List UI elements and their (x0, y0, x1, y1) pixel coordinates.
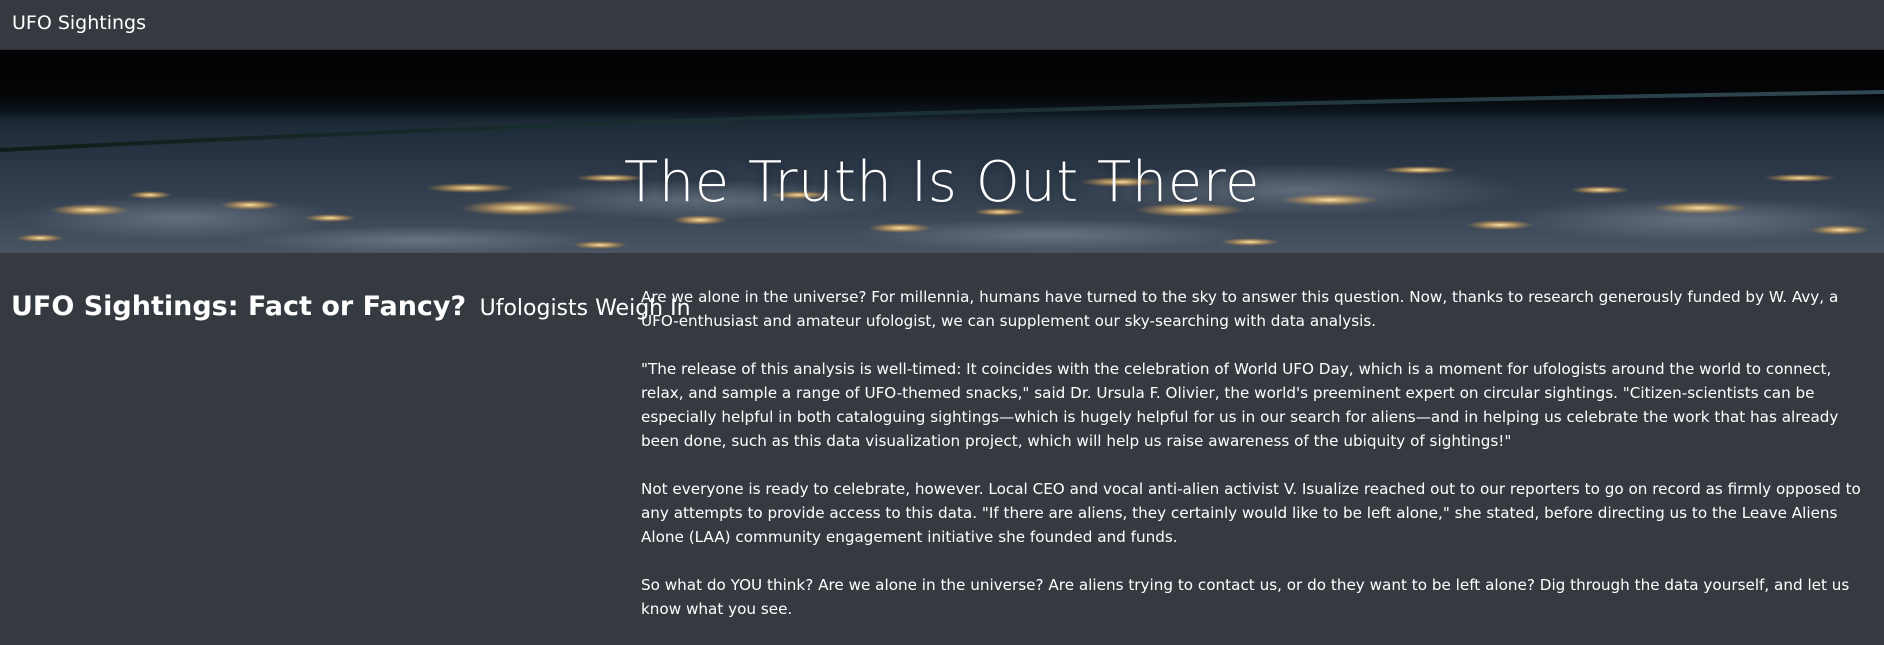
article-paragraph: So what do YOU think? Are we alone in th… (641, 576, 1850, 618)
navbar-brand-link[interactable]: UFO Sightings (12, 11, 146, 35)
article-paragraph: Not everyone is ready to celebrate, howe… (641, 480, 1861, 546)
article-headline: UFO Sightings: Fact or Fancy? Ufologists… (11, 289, 691, 327)
article-body: Are we alone in the universe? For millen… (641, 285, 1873, 645)
hero-banner: The Truth Is Out There (0, 50, 1884, 253)
main-content: UFO Sightings: Fact or Fancy? Ufologists… (0, 253, 1884, 623)
article-paragraph: Are we alone in the universe? For millen… (641, 288, 1839, 330)
hero-title: The Truth Is Out There (624, 149, 1260, 215)
navbar: UFO Sightings (0, 0, 1884, 50)
headline-title: UFO Sightings: Fact or Fancy? (11, 291, 467, 322)
article-paragraph: "The release of this analysis is well-ti… (641, 360, 1839, 450)
